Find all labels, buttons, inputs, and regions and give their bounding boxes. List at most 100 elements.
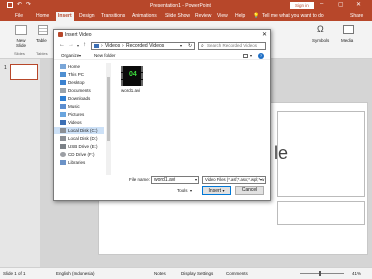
file-name-dropdown-icon[interactable]: ▾: [195, 177, 197, 182]
breadcrumb-videos[interactable]: Videos: [105, 43, 120, 49]
tables-group-label: Tables: [36, 51, 48, 56]
share-button[interactable]: Share: [350, 12, 363, 21]
new-folder-button[interactable]: New folder: [94, 53, 116, 58]
downloads-folder-icon: [60, 96, 66, 101]
tab-review[interactable]: Review: [193, 12, 213, 21]
tab-view[interactable]: View: [215, 12, 230, 21]
zoom-level[interactable]: 41%: [352, 271, 361, 276]
organize-button[interactable]: Organize: [61, 53, 79, 58]
undo-icon[interactable]: ↶: [17, 1, 22, 8]
tell-me-box[interactable]: Tell me what you want to do: [262, 12, 324, 21]
zoom-slider-thumb[interactable]: [319, 271, 321, 276]
tab-insert[interactable]: Insert: [56, 12, 74, 21]
nav-item-local-disk-d[interactable]: Local Disk (D:): [54, 135, 104, 142]
new-slide-button[interactable]: New Slide: [13, 38, 29, 48]
home-icon: [60, 64, 66, 69]
back-arrow-icon[interactable]: ←: [59, 42, 65, 48]
language-status[interactable]: English (Indonesia): [56, 271, 95, 276]
tools-dropdown-icon[interactable]: ▾: [190, 188, 192, 193]
ribbon-tabs: File Home Insert Design Transitions Anim…: [0, 11, 372, 21]
nav-item-home[interactable]: Home: [54, 63, 104, 70]
nav-item-pictures[interactable]: Pictures: [54, 111, 104, 118]
media-icon[interactable]: [343, 25, 354, 34]
videos-folder-icon: [94, 44, 99, 48]
nav-item-desktop[interactable]: Desktop: [54, 79, 104, 86]
nav-item-videos[interactable]: Videos: [54, 119, 104, 126]
save-icon[interactable]: [7, 2, 13, 8]
display-settings-button[interactable]: Display Settings: [181, 271, 213, 276]
cancel-button[interactable]: Cancel: [235, 186, 264, 195]
nav-item-this-pc[interactable]: This PC: [54, 71, 104, 78]
file-item[interactable]: 04 word1.avi: [118, 65, 146, 97]
file-name-caption: File name:: [129, 177, 151, 182]
nav-item-local-disk-c[interactable]: Local Disk (C:): [54, 127, 104, 134]
tab-design[interactable]: Design: [77, 12, 97, 21]
nav-item-cd-drive-f[interactable]: CD Drive (F:): [54, 151, 104, 158]
notes-button[interactable]: Notes: [154, 271, 166, 276]
new-slide-icon[interactable]: [15, 25, 27, 35]
file-name-label: word1.avi: [121, 88, 141, 93]
nav-item-usb-drive-e[interactable]: USB Drive (E:): [54, 143, 104, 150]
videos-folder-icon: [60, 120, 66, 125]
title-bar: ↶ ↷ Presentation1 - PowerPoint Sign in –…: [0, 0, 372, 11]
table-button[interactable]: Table: [36, 38, 47, 43]
slide-thumbnail[interactable]: [10, 64, 38, 80]
dialog-title: Insert Video: [65, 32, 92, 38]
search-input[interactable]: ⌕ Search Recorded Videos: [198, 42, 266, 50]
subtitle-placeholder[interactable]: [277, 201, 365, 225]
navigation-scrollbar-thumb[interactable]: [107, 77, 110, 141]
tab-transitions[interactable]: Transitions: [99, 12, 127, 21]
comments-button[interactable]: Comments: [226, 271, 248, 276]
address-bar[interactable]: › Videos › Recorded Videos ▾ ↻: [91, 42, 195, 50]
title-placeholder[interactable]: [277, 111, 365, 197]
dialog-close-button[interactable]: ✕: [262, 31, 267, 38]
tab-slide-show[interactable]: Slide Show: [163, 12, 192, 21]
table-icon[interactable]: [38, 25, 48, 35]
drive-icon: [60, 128, 66, 133]
pictures-folder-icon: [60, 112, 66, 117]
media-button[interactable]: Media: [341, 38, 353, 43]
symbols-icon[interactable]: Ω: [317, 24, 324, 34]
view-dropdown-icon[interactable]: ▾: [250, 53, 252, 58]
lightbulb-icon: 💡: [253, 13, 260, 19]
drive-icon: [60, 136, 66, 141]
nav-item-libraries[interactable]: Libraries: [54, 159, 104, 166]
navigation-scrollbar[interactable]: [106, 63, 111, 175]
help-icon[interactable]: ?: [258, 53, 264, 59]
maximize-button[interactable]: ▢: [338, 1, 344, 8]
insert-video-dialog: Insert Video ✕ ← → ▾ ↑ › Videos › Record…: [53, 29, 271, 201]
tools-button[interactable]: Tools: [177, 188, 188, 193]
address-dropdown-icon[interactable]: ▾: [180, 43, 182, 49]
up-arrow-icon[interactable]: ↑: [83, 42, 86, 48]
tab-animations[interactable]: Animations: [130, 12, 159, 21]
insert-dropdown-icon[interactable]: ▾: [222, 188, 224, 193]
nav-item-downloads[interactable]: Downloads: [54, 95, 104, 102]
tab-file[interactable]: File: [13, 12, 25, 21]
organize-dropdown-icon[interactable]: ▾: [79, 53, 81, 58]
slide-counter: Slide 1 of 1: [3, 271, 26, 276]
tab-home[interactable]: Home: [34, 12, 51, 21]
close-window-button[interactable]: ✕: [356, 1, 361, 8]
sign-in-button[interactable]: Sign in: [290, 2, 314, 9]
view-options-icon[interactable]: [243, 54, 248, 58]
redo-icon[interactable]: ↷: [26, 1, 31, 8]
file-name-input[interactable]: word1.avi: [151, 176, 199, 184]
usb-drive-icon: [60, 144, 66, 149]
file-type-select[interactable]: Video Files (*.asf;*.asx;*.wpl;*.w ▾: [202, 176, 266, 184]
recent-locations-icon[interactable]: ▾: [77, 43, 79, 48]
title-placeholder-text: le: [274, 143, 289, 163]
zoom-slider[interactable]: [300, 273, 344, 274]
refresh-icon[interactable]: ↻: [188, 43, 192, 49]
breadcrumb-recorded-videos[interactable]: Recorded Videos: [126, 43, 164, 49]
insert-button[interactable]: Insert ▾: [202, 186, 231, 195]
symbols-button[interactable]: Symbols: [312, 38, 329, 43]
minimize-button[interactable]: –: [320, 1, 323, 7]
slide-thumbnails-pane: 1: [0, 59, 40, 267]
forward-arrow-icon[interactable]: →: [68, 42, 74, 48]
nav-item-documents[interactable]: Documents: [54, 87, 104, 94]
tab-help[interactable]: Help: [233, 12, 247, 21]
computer-icon: [60, 72, 66, 77]
music-folder-icon: [60, 104, 66, 109]
nav-item-music[interactable]: Music: [54, 103, 104, 110]
slides-group-label: Slides: [14, 51, 25, 56]
